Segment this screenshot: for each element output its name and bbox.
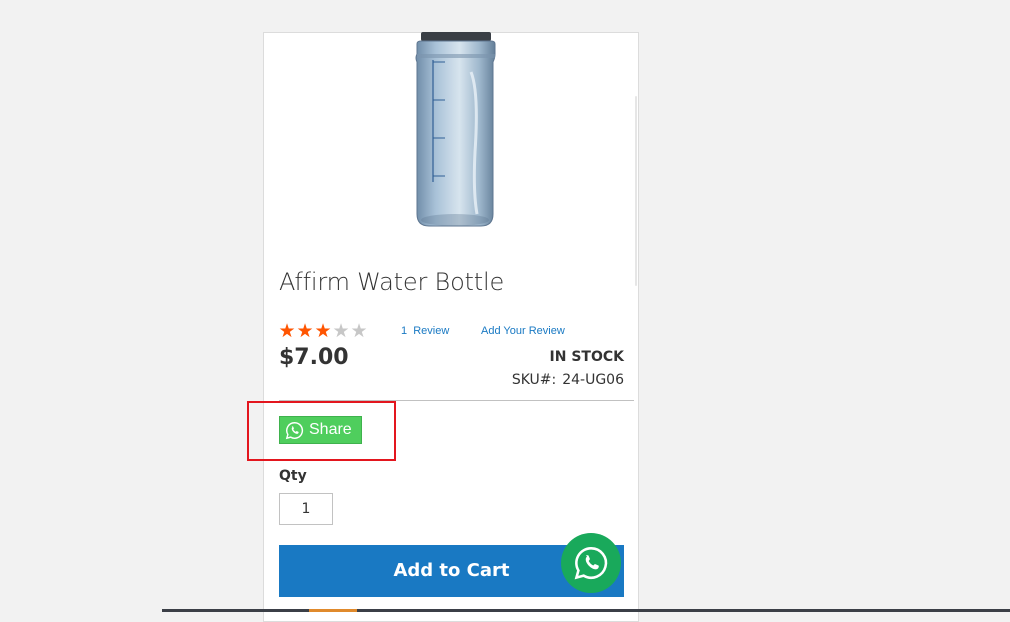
product-image[interactable] bbox=[405, 32, 499, 232]
water-bottle-image bbox=[415, 32, 496, 227]
product-title: Affirm Water Bottle bbox=[279, 268, 505, 296]
product-sku: SKU#: 24-UG06 bbox=[512, 372, 624, 388]
stock-status: IN STOCK bbox=[549, 349, 624, 365]
product-price: $7.00 bbox=[279, 345, 349, 370]
add-review-link[interactable]: Add Your Review bbox=[481, 325, 565, 337]
whatsapp-share-button[interactable]: Share bbox=[279, 416, 362, 444]
share-label: Share bbox=[309, 421, 352, 438]
sku-label: SKU#: bbox=[511, 372, 557, 388]
floating-whatsapp-button[interactable] bbox=[561, 533, 621, 593]
qty-label: Qty bbox=[279, 468, 307, 484]
qty-input[interactable] bbox=[279, 493, 333, 525]
whatsapp-icon bbox=[574, 547, 608, 580]
star-empty-icon: ★ bbox=[350, 321, 368, 342]
star-filled-icon: ★ bbox=[296, 321, 314, 342]
sku-value: 24-UG06 bbox=[562, 372, 624, 388]
star-empty-icon: ★ bbox=[332, 321, 350, 342]
reviews-link[interactable]: 1 Review bbox=[401, 325, 449, 337]
whatsapp-icon bbox=[285, 421, 304, 439]
star-filled-icon: ★ bbox=[278, 321, 296, 342]
star-filled-icon: ★ bbox=[314, 321, 332, 342]
card-scrollbar[interactable] bbox=[635, 96, 637, 286]
rating-stars: ★ ★ ★ ★ ★ bbox=[278, 321, 368, 342]
